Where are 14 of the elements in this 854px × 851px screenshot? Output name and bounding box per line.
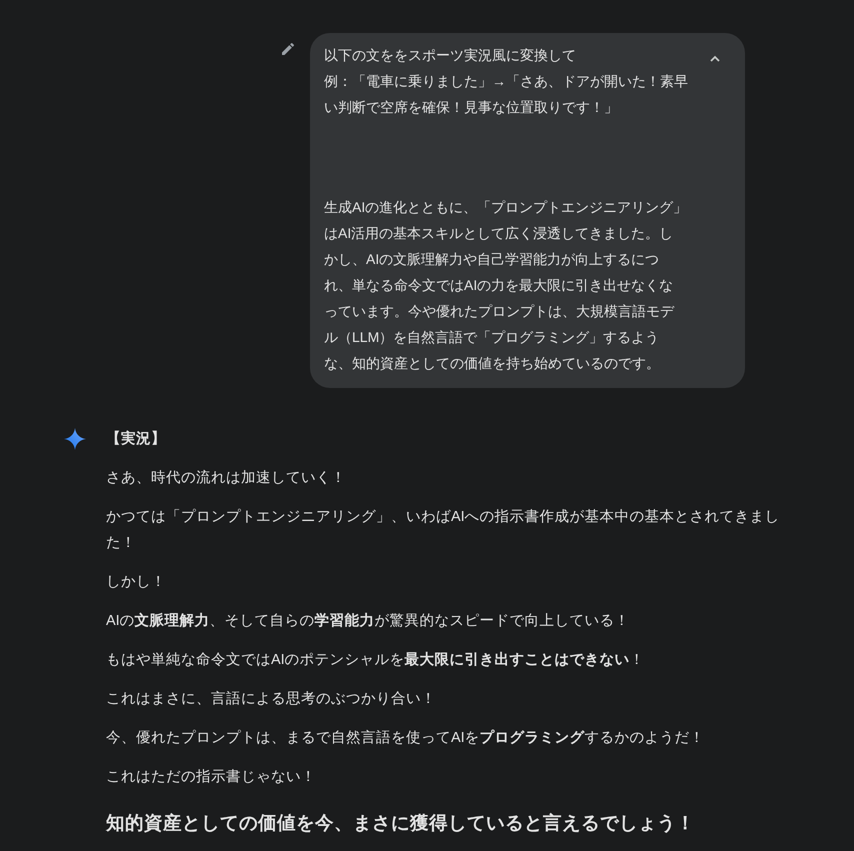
- response-paragraph: さあ、時代の流れは加速していく！: [106, 468, 347, 488]
- sparkle-icon: [64, 428, 86, 450]
- response-heading: 知的資産としての価値を今、まさに獲得していると言えるでしょう！: [106, 811, 696, 835]
- response-paragraph: これはまさに、言語による思考のぶつかり合い！: [106, 690, 437, 709]
- response-paragraph: 今、優れたプロンプトは、まるで自然言語を使ってAIをプログラミングするかのようだ！: [106, 728, 706, 748]
- prompt-text: 以下の文ををスポーツ実況風に変換して 例：「電車に乗りました」→「さあ、ドアが開いた！素早 い判断で空席を確保！見事な位置取りです！」: [324, 46, 688, 117]
- edit-icon[interactable]: [280, 41, 296, 57]
- response-paragraph: AIの文脈理解力、そして自らの学習能力が驚異的なスピードで向上している！: [106, 612, 631, 631]
- prompt-text: 生成AIの進化とともに、「プロンプトエンジニアリング」 はAI活用の基本スキルとして広く浸透してきました。し かし、AIの文脈理解力や自己学習能力が向上するにつ れ、単なる命令文ではAIの力を最大限に引き出せなくな っています。今や優れたプロンプトは、大規模言語モデ ル（LLM）を自然言語で「プログラミング」するよう な、知的資産としての価値を持ち始めているのです。: [324, 198, 688, 373]
- response-paragraph: もはや単純な命令文ではAIのポテンシャルを最大限に引き出すことはできない！: [106, 650, 646, 670]
- response-paragraph: しかし！: [106, 573, 167, 592]
- response-label: 【実況】: [106, 429, 167, 449]
- response-paragraph: これはただの指示書じゃない！: [106, 768, 317, 787]
- response-paragraph: かつては「プロンプトエンジニアリング」、いわばAIへの指示書作成が基本中の基本とされてきました！: [106, 508, 781, 553]
